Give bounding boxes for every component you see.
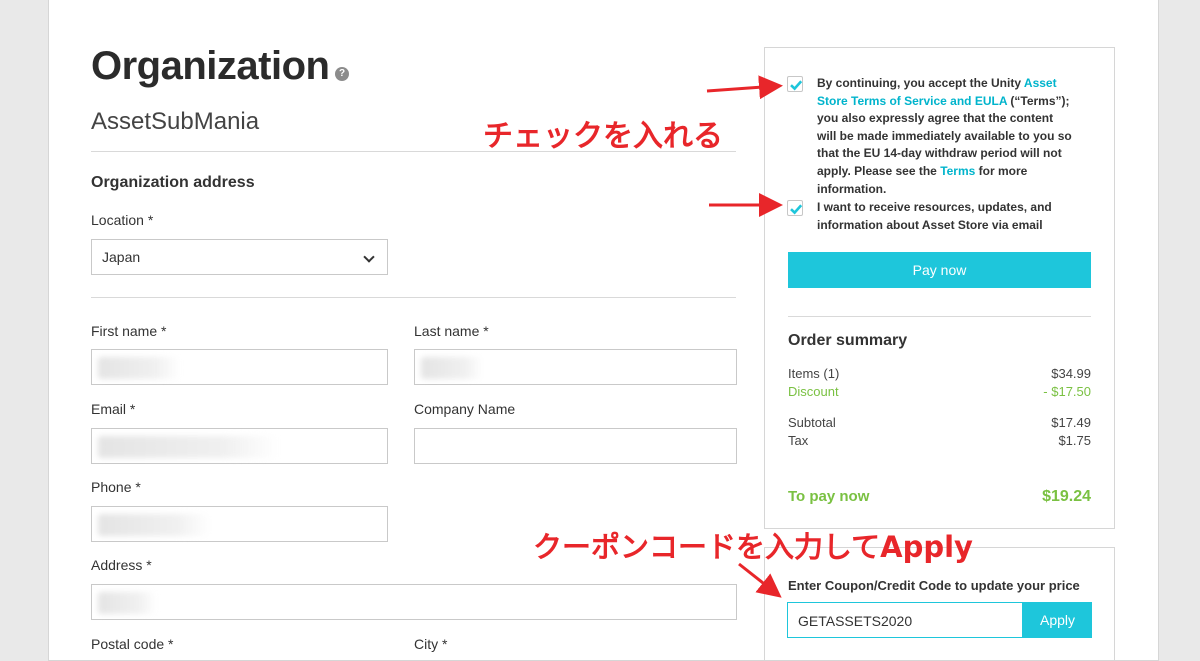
annotation-arrows	[706, 75, 783, 598]
arrow-to-terms-checkbox	[706, 75, 783, 100]
arrow-to-coupon	[738, 562, 782, 598]
checkout-page: Organization ? AssetSubMania Organizatio…	[48, 0, 1159, 661]
